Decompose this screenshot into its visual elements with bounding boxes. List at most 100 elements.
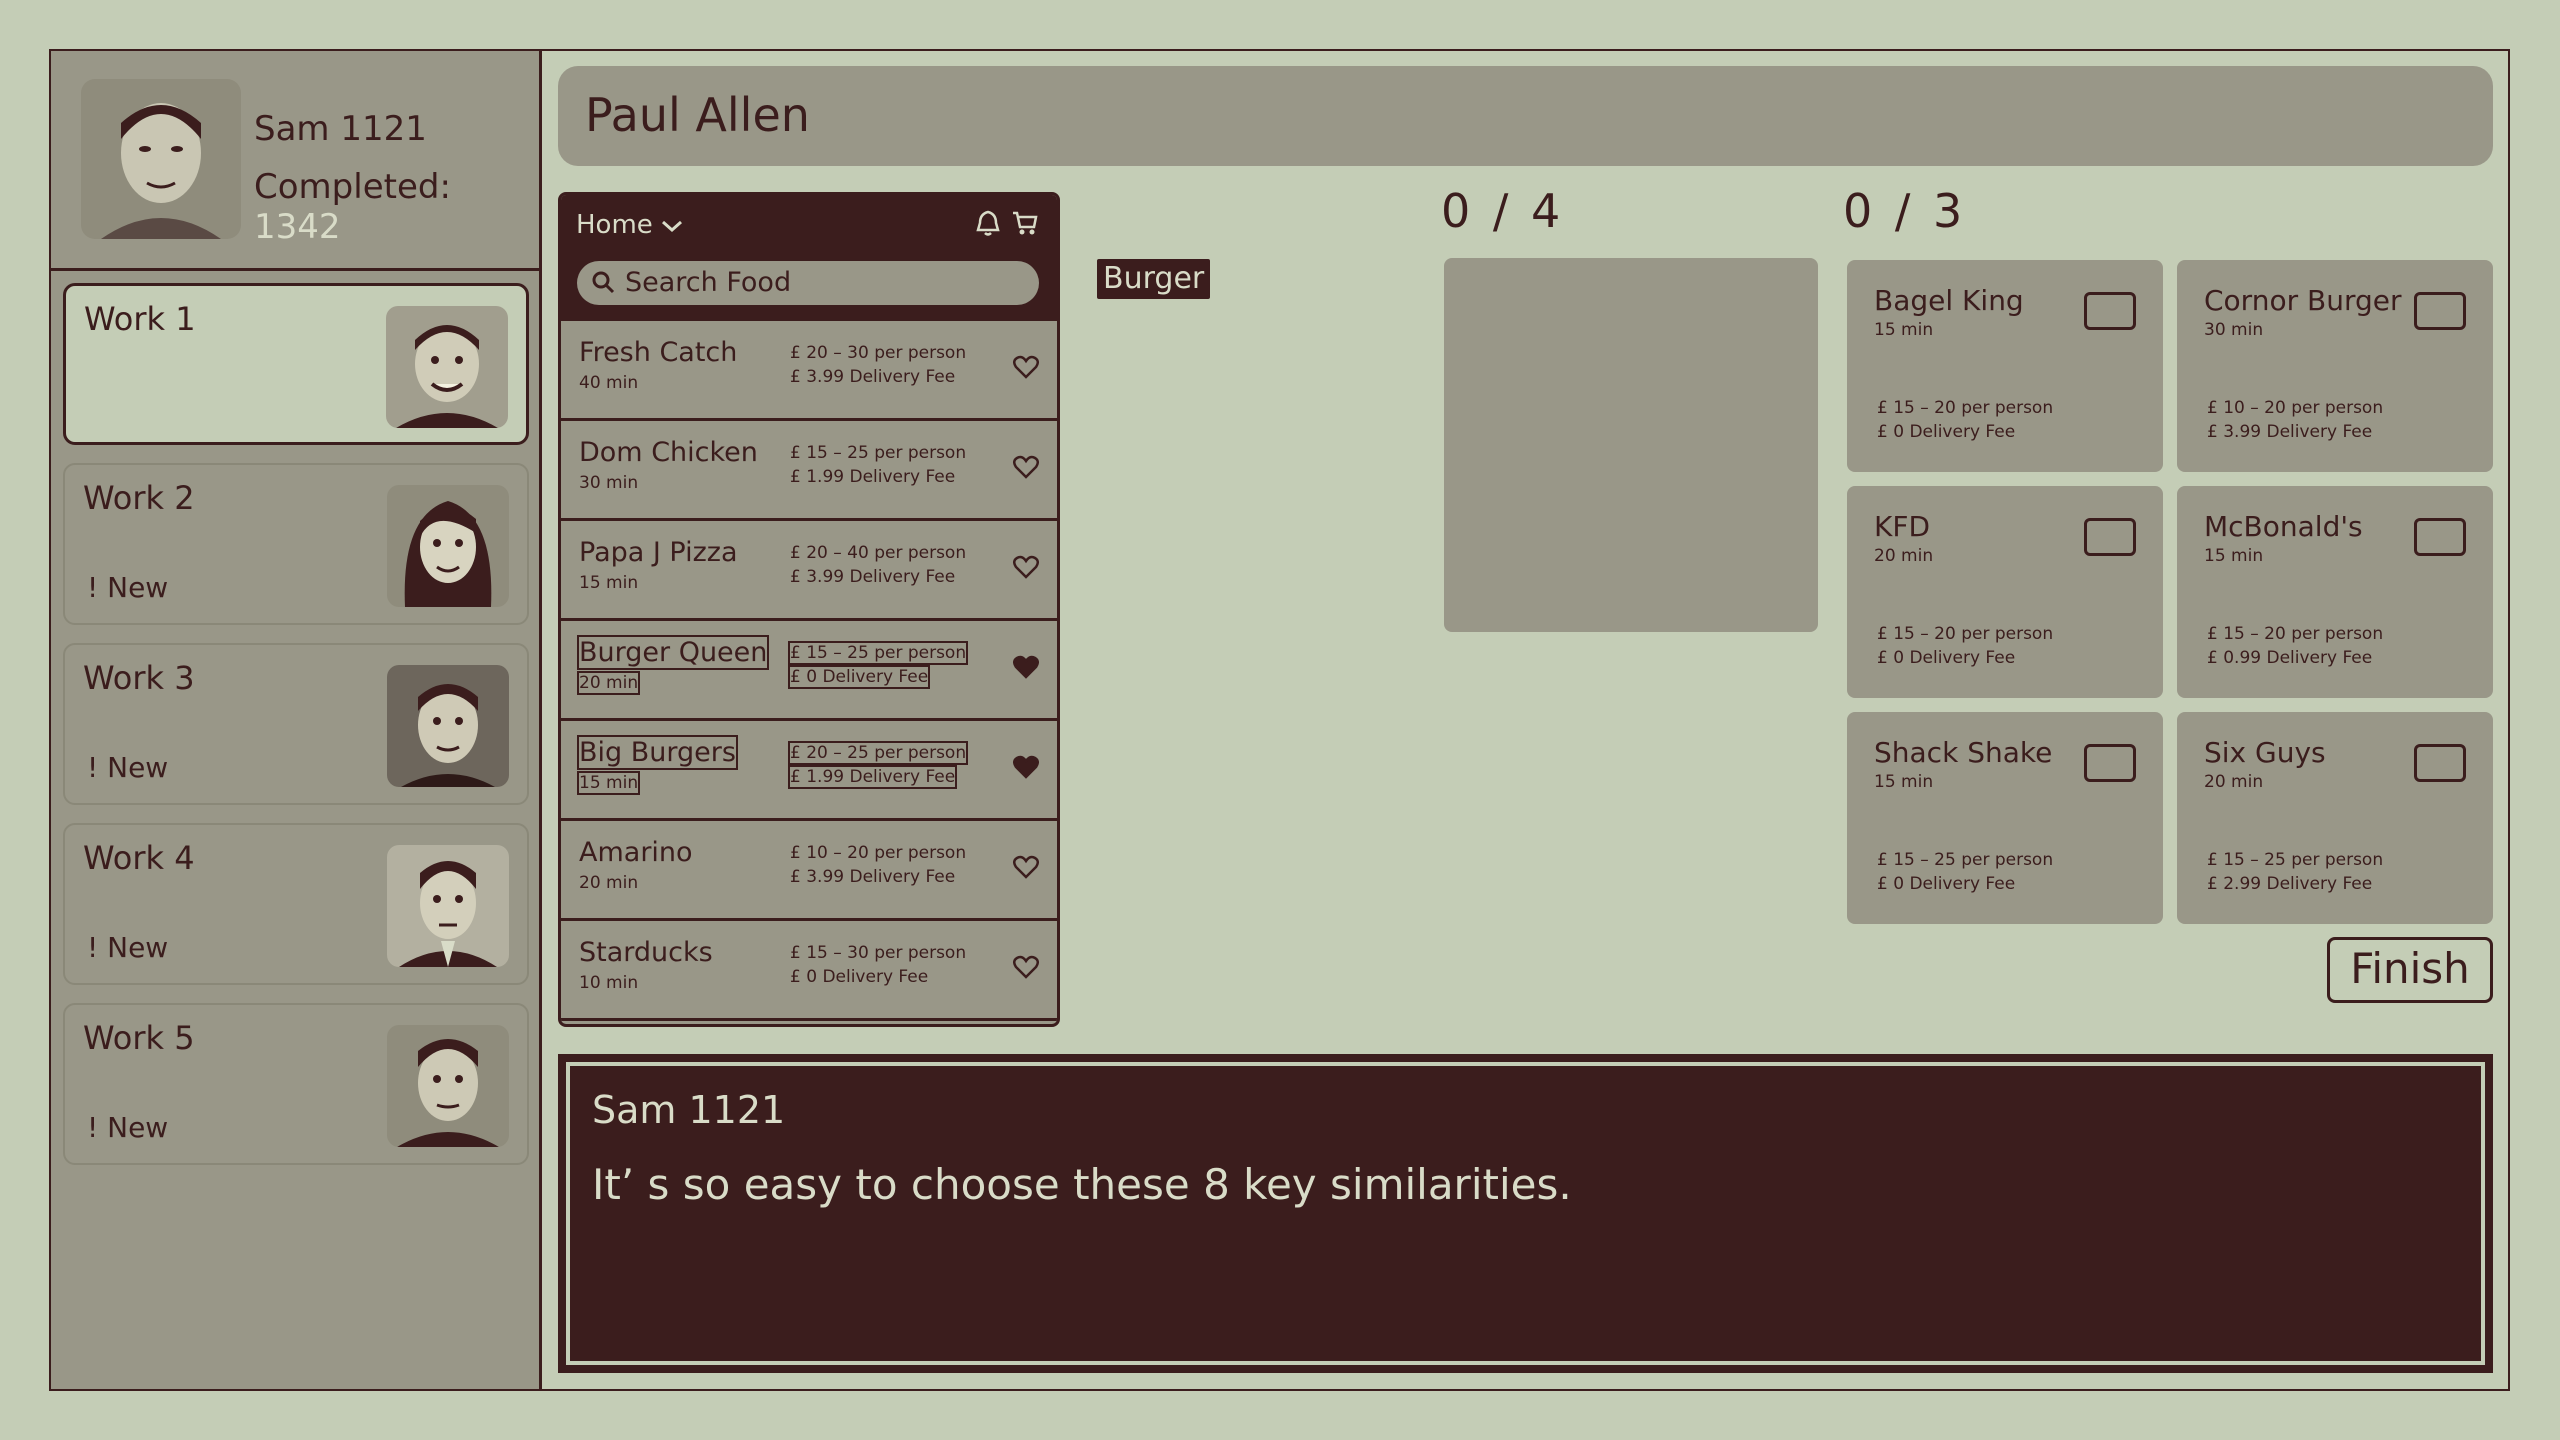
work-client-photo [387, 845, 509, 967]
finish-button[interactable]: Finish [2327, 937, 2493, 1003]
delivery-fee: £ 0 Delivery Fee [1877, 874, 2016, 894]
selection-counter-left: 0 / 4 [1441, 184, 1565, 238]
food-list-item[interactable]: Fresh Catch 40 min £ 20 – 30 per person £ 3… [561, 321, 1057, 421]
work-client-photo [387, 485, 509, 607]
selection-counter-right: 0 / 3 [1843, 184, 1967, 238]
work-title: Work 5 [83, 1019, 195, 1057]
delivery-fee: £ 0 Delivery Fee [787, 665, 931, 689]
restaurant-name: Dom Chicken [579, 437, 758, 468]
work-new-badge: ! New [87, 931, 169, 964]
select-checkbox[interactable] [2084, 292, 2136, 330]
food-list-item[interactable]: Big Burgers 15 min £ 20 – 25 per person £ 1… [561, 721, 1057, 821]
work-card-5[interactable]: Work 5 ! New [63, 1003, 529, 1165]
delivery-time: 20 min [1874, 546, 1934, 566]
food-list-item[interactable]: Amarino 20 min £ 10 – 20 per person £ 3.99 … [561, 821, 1057, 921]
profile-avatar [81, 79, 241, 239]
restaurant-card[interactable]: Bagel King 15 min £ 15 – 20 per person £ 0 … [1847, 260, 2163, 472]
delivery-fee: £ 0 Delivery Fee [1877, 422, 2016, 442]
heart-icon[interactable] [1013, 555, 1039, 583]
heart-filled-icon[interactable] [1013, 755, 1039, 783]
price-range: £ 15 – 25 per person [787, 641, 969, 665]
food-list-item[interactable]: Burger Queen 20 min £ 15 – 25 per person £ … [561, 621, 1057, 721]
delivery-fee: £ 3.99 Delivery Fee [2207, 422, 2373, 442]
heart-icon[interactable] [1013, 955, 1039, 983]
home-label: Home [576, 210, 653, 240]
work-title: Work 3 [83, 659, 195, 697]
delivery-fee: £ 1.99 Delivery Fee [790, 467, 956, 487]
bell-icon[interactable] [975, 209, 1001, 237]
select-checkbox[interactable] [2414, 518, 2466, 556]
work-card-4[interactable]: Work 4 ! New [63, 823, 529, 985]
restaurant-name: Amarino [579, 837, 693, 868]
delivery-fee: £ 3.99 Delivery Fee [790, 567, 956, 587]
restaurant-name: Bagel King [1874, 284, 2024, 317]
category-tag-burger[interactable]: Burger [1097, 259, 1211, 299]
work-title: Work 1 [84, 300, 196, 338]
delivery-time: 15 min [576, 771, 641, 795]
sidebar: Sam 1121 Completed: 1342 Work 1 Work 2 !… [51, 51, 542, 1389]
delivery-time: 30 min [579, 473, 639, 493]
delivery-time: 15 min [1874, 772, 1934, 792]
app-topbar: Home Search Food [561, 195, 1057, 321]
food-list-item[interactable]: Dom Chicken 30 min £ 15 – 25 per person £ 1… [561, 421, 1057, 521]
heart-icon[interactable] [1013, 455, 1039, 483]
work-new-badge: ! New [87, 571, 169, 604]
delivery-time: 15 min [1874, 320, 1934, 340]
delivery-time: 10 min [579, 973, 639, 993]
food-list-item[interactable]: Starducks 10 min £ 15 – 30 per person £ 0 D… [561, 921, 1057, 1021]
restaurant-name: Burger Queen [576, 635, 770, 670]
price-range: £ 15 – 20 per person [2207, 624, 2384, 644]
search-food-input[interactable]: Search Food [577, 261, 1039, 305]
heart-icon[interactable] [1013, 855, 1039, 883]
heart-icon[interactable] [1013, 355, 1039, 383]
completed-label: Completed: [254, 167, 451, 207]
restaurant-card[interactable]: Six Guys 20 min £ 15 – 25 per person £ 2.99… [2177, 712, 2493, 924]
dialog-text: It’ s so easy to choose these 8 key simi… [592, 1160, 1572, 1209]
profile-completed: Completed: 1342 [254, 167, 542, 247]
price-range: £ 20 – 25 per person [787, 741, 969, 765]
restaurant-name: Starducks [579, 937, 713, 968]
search-placeholder: Search Food [625, 267, 792, 298]
select-checkbox[interactable] [2084, 744, 2136, 782]
delivery-fee: £ 1.99 Delivery Fee [787, 765, 958, 789]
restaurant-name: Cornor Burger [2204, 284, 2402, 317]
heart-filled-icon[interactable] [1013, 655, 1039, 683]
restaurant-name: KFD [1874, 510, 1931, 543]
delivery-time: 20 min [2204, 772, 2264, 792]
work-card-1[interactable]: Work 1 [63, 283, 529, 445]
price-range: £ 15 – 30 per person [790, 943, 967, 963]
food-list-item[interactable]: Papa J Pizza 15 min £ 20 – 40 per person £ … [561, 521, 1057, 621]
delivery-fee: £ 2.99 Delivery Fee [2207, 874, 2373, 894]
price-range: £ 15 – 20 per person [1877, 398, 2054, 418]
restaurant-card[interactable]: Shack Shake 15 min £ 15 – 25 per person £ 0… [1847, 712, 2163, 924]
work-new-badge: ! New [87, 751, 169, 784]
restaurant-name: Big Burgers [577, 735, 738, 770]
dialog-speaker: Sam 1121 [592, 1088, 786, 1132]
work-title: Work 4 [83, 839, 195, 877]
work-client-photo [386, 306, 508, 428]
work-new-badge: ! New [87, 1111, 169, 1144]
select-checkbox[interactable] [2084, 518, 2136, 556]
home-dropdown[interactable]: Home [576, 210, 683, 240]
restaurant-name: Shack Shake [1874, 736, 2053, 769]
restaurant-card[interactable]: KFD 20 min £ 15 – 20 per person £ 0 Deliver… [1847, 486, 2163, 698]
work-card-3[interactable]: Work 3 ! New [63, 643, 529, 805]
restaurant-name: Six Guys [2204, 736, 2326, 769]
price-range: £ 15 – 25 per person [2207, 850, 2384, 870]
work-card-2[interactable]: Work 2 ! New [63, 463, 529, 625]
price-range: £ 20 – 40 per person [790, 543, 967, 563]
profile-panel: Sam 1121 Completed: 1342 [51, 51, 542, 271]
price-range: £ 15 – 25 per person [790, 443, 967, 463]
cart-icon[interactable] [1011, 209, 1039, 237]
restaurant-card[interactable]: Cornor Burger 30 min £ 10 – 20 per person £… [2177, 260, 2493, 472]
select-checkbox[interactable] [2414, 292, 2466, 330]
price-range: £ 15 – 25 per person [1877, 850, 2054, 870]
select-checkbox[interactable] [2414, 744, 2466, 782]
restaurant-name: Papa J Pizza [579, 537, 738, 568]
delivery-fee: £ 0.99 Delivery Fee [2207, 648, 2373, 668]
delivery-time: 20 min [576, 671, 641, 695]
restaurant-card[interactable]: McBonald's 15 min £ 15 – 20 per person £ 0.… [2177, 486, 2493, 698]
drop-zone[interactable] [1444, 258, 1818, 632]
price-range: £ 15 – 20 per person [1877, 624, 2054, 644]
delivery-time: 30 min [2204, 320, 2264, 340]
